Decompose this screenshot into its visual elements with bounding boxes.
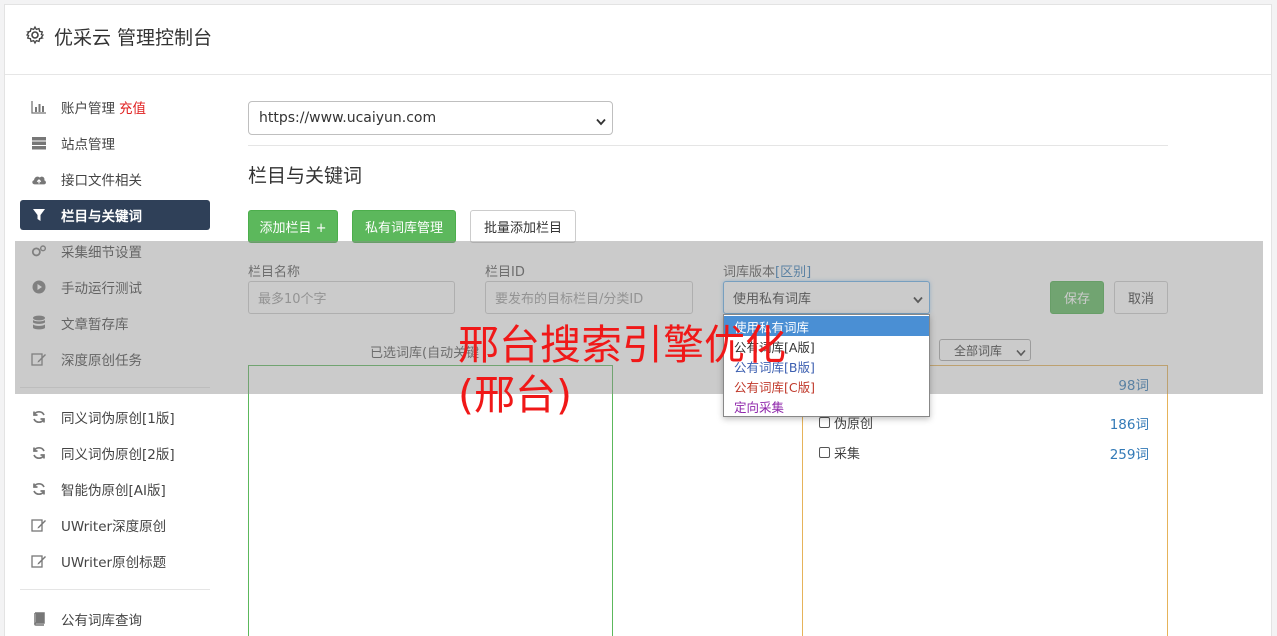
page-title: 优采云 管理控制台 [54, 27, 213, 49]
sidebar-item-api-files[interactable]: 接口文件相关 [20, 164, 210, 194]
sidebar-item-synonym-v2[interactable]: 同义词伪原创[2版] [20, 438, 210, 468]
refresh-icon [31, 445, 47, 461]
filter-icon [31, 207, 47, 223]
sidebar-item-ai-rewrite[interactable]: 智能伪原创[AI版] [20, 474, 210, 504]
site-select[interactable]: https://www.ucaiyun.com [248, 101, 613, 135]
recharge-link[interactable]: 充值 [119, 97, 146, 117]
refresh-icon [31, 409, 47, 425]
sidebar-item-label: 接口文件相关 [61, 173, 142, 189]
refresh-icon [31, 481, 47, 497]
header: 优采云 管理控制台 [5, 5, 1271, 75]
edit-icon [31, 553, 47, 569]
bar-chart-icon [31, 99, 47, 115]
sidebar-item-public-lib[interactable]: 公有词库查询 [20, 604, 210, 634]
sidebar-item-sites[interactable]: 站点管理 [20, 128, 210, 158]
book-icon [31, 611, 47, 627]
sidebar-item-label: 账户管理 [61, 101, 115, 117]
add-column-button[interactable]: 添加栏目 + [248, 210, 338, 243]
edit-icon [31, 517, 47, 533]
cloud-upload-icon [31, 171, 47, 187]
server-icon [31, 135, 47, 151]
watermark-text: 邢台搜索引擎优化(邢台) [458, 321, 786, 419]
gear-icon [25, 25, 45, 45]
sidebar-item-synonym-v1[interactable]: 同义词伪原创[1版] [20, 402, 210, 432]
word-count: 259词 [1109, 446, 1149, 463]
sidebar-item-label: UWriter原创标题 [61, 555, 167, 571]
library-checkbox[interactable] [819, 447, 830, 458]
sidebar-item-uwriter-deep[interactable]: UWriter深度原创 [20, 510, 210, 540]
private-library-button[interactable]: 私有词库管理 [352, 210, 456, 243]
batch-add-column-button[interactable]: 批量添加栏目 [470, 210, 576, 243]
sidebar-item-uwriter-title[interactable]: UWriter原创标题 [20, 546, 210, 576]
sidebar-item-label: 智能伪原创[AI版] [61, 483, 166, 499]
sidebar-item-label: 站点管理 [61, 137, 115, 153]
sidebar-divider [20, 589, 210, 590]
chevron-down-icon [596, 114, 606, 130]
sidebar-item-label: 公有词库查询 [61, 613, 142, 629]
sidebar-item-label: 同义词伪原创[2版] [61, 447, 175, 463]
section-title: 栏目与关键词 [248, 165, 363, 187]
list-item[interactable]: 采集 259词 [819, 443, 1149, 463]
sidebar-item-columns-keywords[interactable]: 栏目与关键词 [20, 200, 210, 230]
sidebar-item-account[interactable]: 账户管理 充值 [20, 92, 210, 122]
sidebar-item-label: 栏目与关键词 [61, 209, 142, 225]
word-count: 186词 [1109, 416, 1149, 433]
sidebar-item-label: UWriter深度原创 [61, 519, 167, 535]
sidebar-item-label: 同义词伪原创[1版] [61, 411, 175, 427]
divider [248, 145, 1168, 146]
